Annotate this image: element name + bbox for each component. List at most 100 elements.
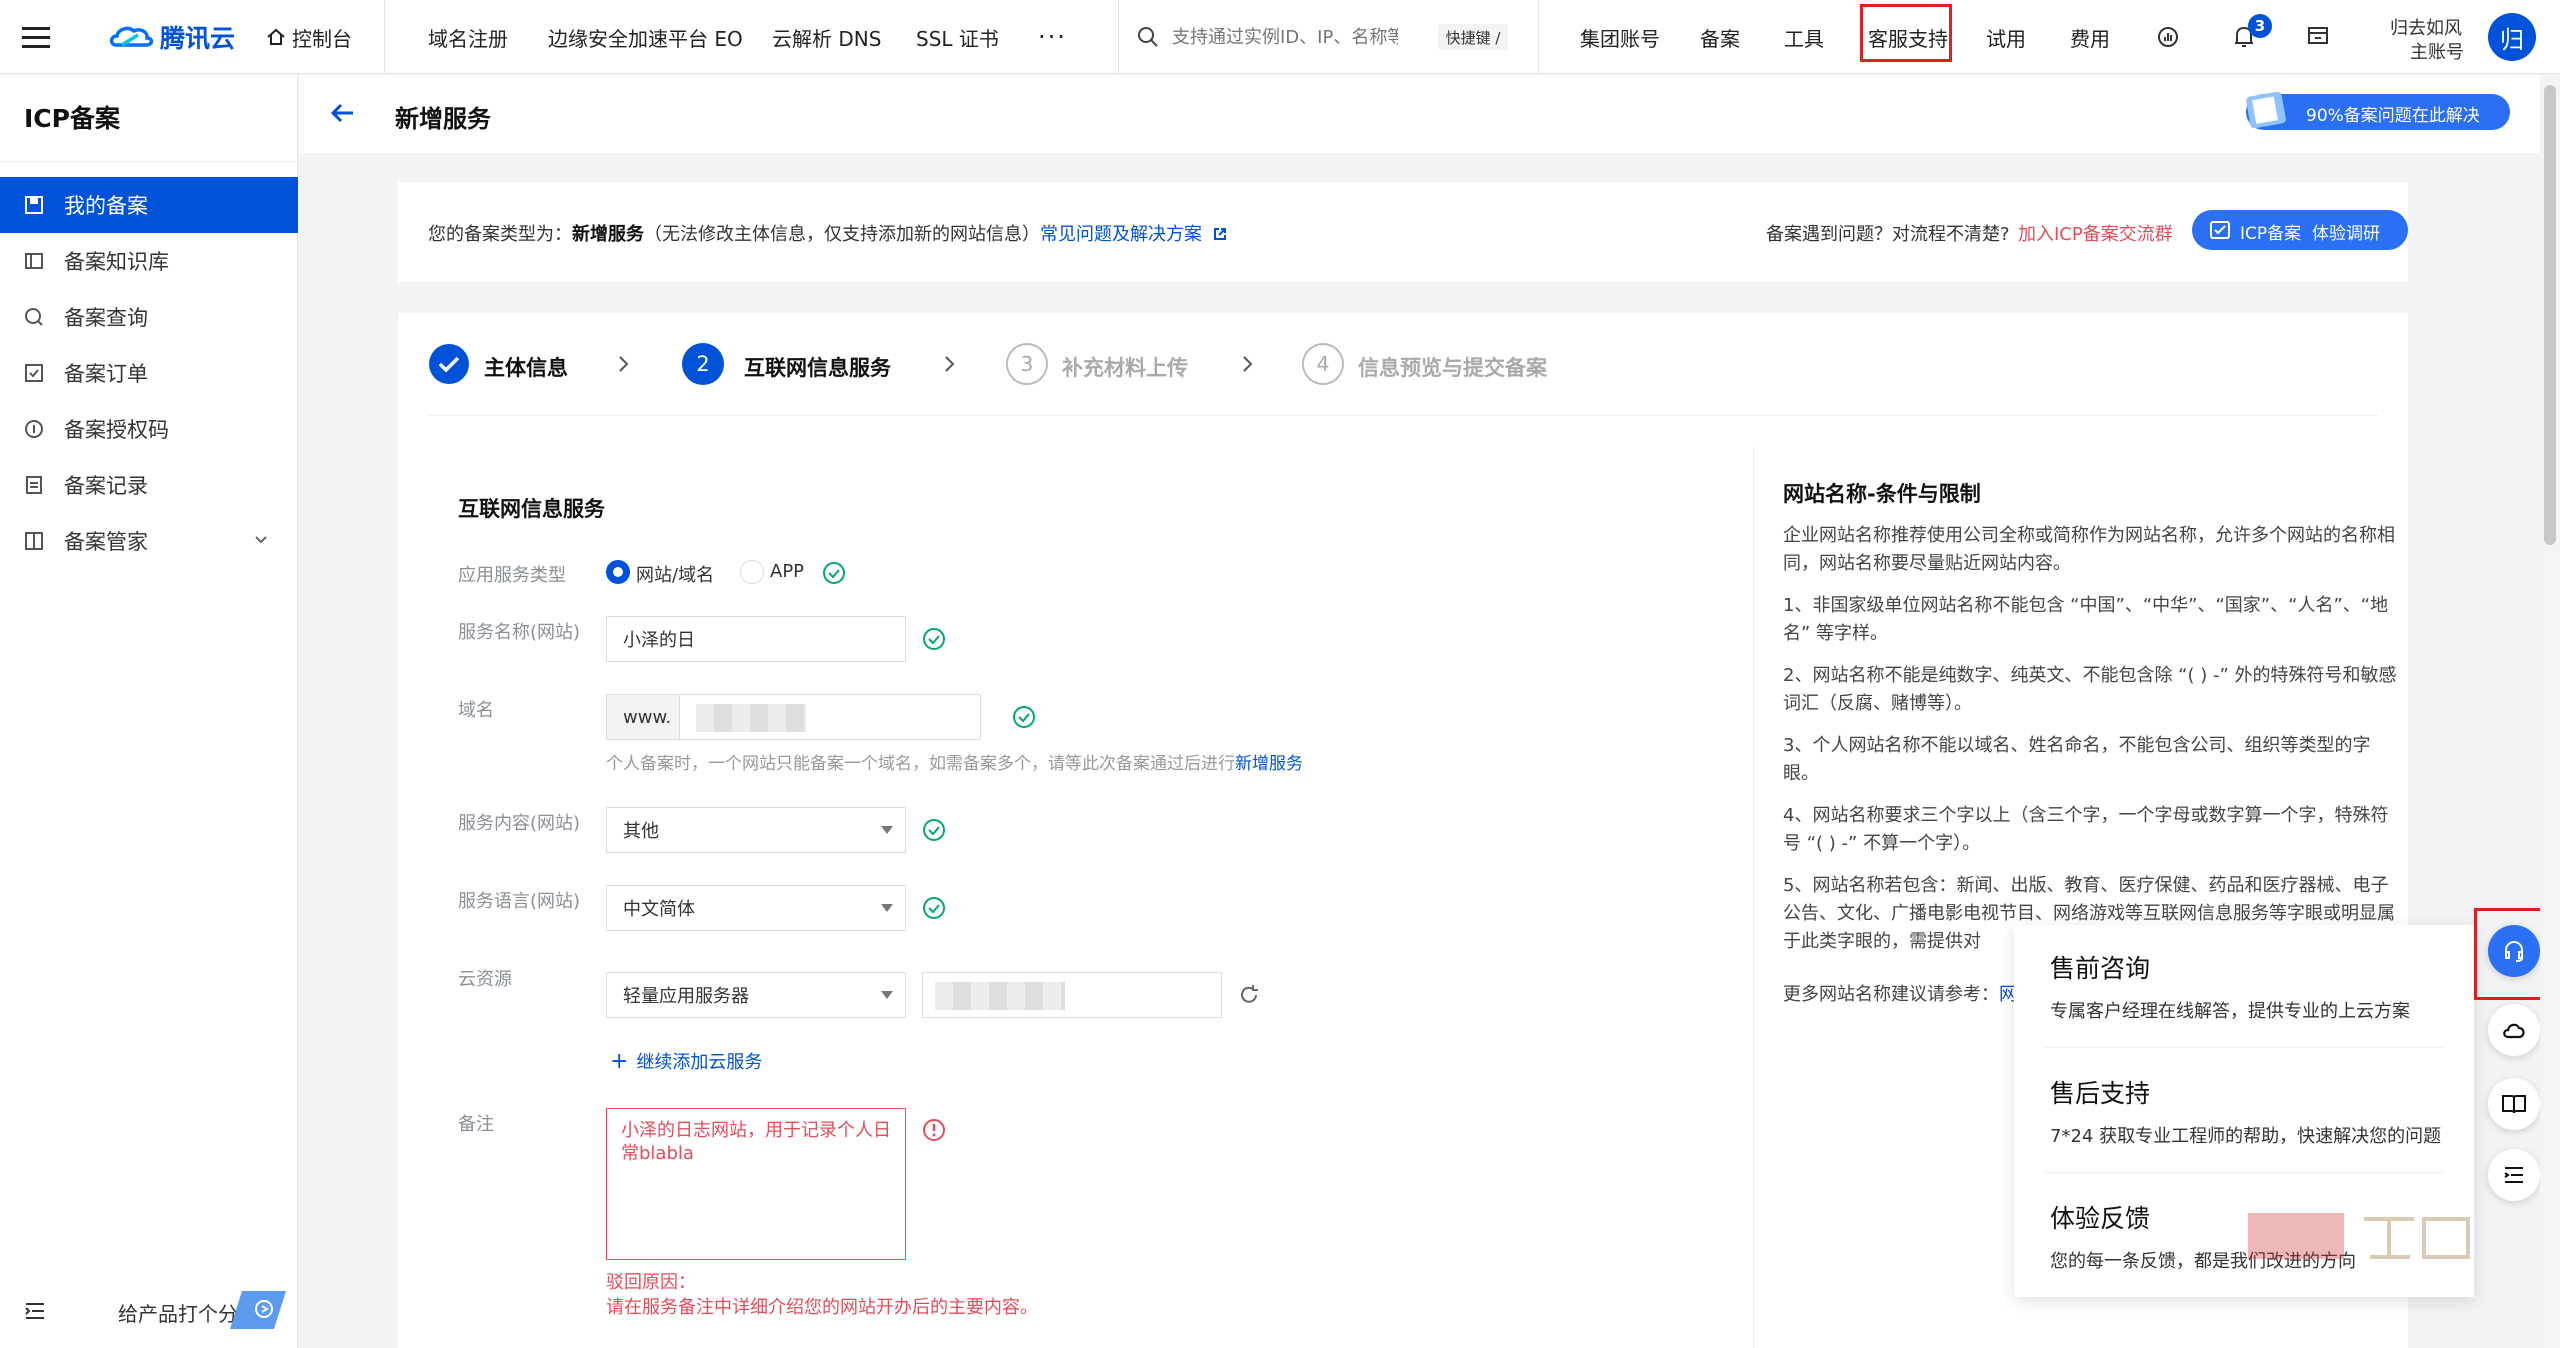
cart-icon[interactable] xyxy=(2306,24,2330,48)
popup-presales[interactable]: 售前咨询 专属客户经理在线解答，提供专业的上云方案 xyxy=(2014,925,2474,1047)
faq-link[interactable]: 常见问题及解决方案 xyxy=(1040,224,1202,245)
blurred-domain xyxy=(696,704,806,732)
sidebar-item-query[interactable]: 备案查询 xyxy=(0,289,298,345)
sidebar-item-auth-code[interactable]: 备案授权码 xyxy=(0,401,298,457)
cloud-icon xyxy=(2503,1023,2525,1039)
nav-customer-support[interactable]: 客服支持 xyxy=(1868,0,1948,74)
menu-icon[interactable] xyxy=(22,25,50,49)
chevron-down-icon xyxy=(881,904,893,912)
shortcut-badge: 快捷键 / xyxy=(1438,24,1508,50)
success-check-icon xyxy=(923,628,945,650)
reject-title: 驳回原因： xyxy=(606,1272,696,1293)
sidebar-item-records[interactable]: 备案记录 xyxy=(0,457,298,513)
scrollbar-thumb[interactable] xyxy=(2544,85,2556,545)
service-name-input[interactable]: 小泽的日 xyxy=(606,616,906,662)
sidebar: ICP备案 我的备案 备案知识库 备案查询 备案订单 备案授权码 备案记录 备案… xyxy=(0,75,298,1348)
search-input[interactable] xyxy=(1170,22,1400,52)
chevron-right-icon xyxy=(945,356,955,372)
service-content-select[interactable]: 其他 xyxy=(606,807,906,853)
success-check-icon xyxy=(923,819,945,841)
sidebar-item-orders[interactable]: 备案订单 xyxy=(0,345,298,401)
chevron-right-icon xyxy=(619,356,629,372)
notice-question: 备案遇到问题？对流程不清楚? xyxy=(1766,224,2010,245)
watermark-logo xyxy=(2244,1205,2474,1265)
help-card-icon xyxy=(2246,91,2286,129)
page-header: 新增服务 90%备案问题在此解决 xyxy=(299,75,2540,153)
nav-domain-register[interactable]: 域名注册 xyxy=(428,0,508,74)
sidebar-item-my-icp[interactable]: 我的备案 xyxy=(0,177,298,233)
list-icon xyxy=(2504,1167,2523,1183)
label-service-name: 服务名称(网站) xyxy=(458,622,581,643)
avatar[interactable]: 归 xyxy=(2488,13,2536,61)
console-link[interactable]: 控制台 xyxy=(266,0,352,74)
info-circle-icon xyxy=(25,420,43,438)
error-icon xyxy=(923,1119,945,1141)
nav-dns[interactable]: 云解析 DNS xyxy=(772,0,881,74)
cloud-instance-select[interactable] xyxy=(922,972,1222,1018)
headset-support-button[interactable] xyxy=(2488,925,2540,977)
sidebar-item-knowledge[interactable]: 备案知识库 xyxy=(0,233,298,289)
brand-logo[interactable]: 腾讯云 xyxy=(108,0,235,74)
nav-icp[interactable]: 备案 xyxy=(1700,0,1740,74)
brand-name: 腾讯云 xyxy=(160,24,236,53)
nav-more[interactable]: ··· xyxy=(1038,0,1067,74)
checklist-icon xyxy=(25,364,43,382)
success-check-icon xyxy=(1013,706,1035,728)
refresh-icon[interactable] xyxy=(1238,984,1260,1006)
survey-button[interactable]: ICP备案 体验调研 xyxy=(2192,210,2408,250)
section-title: 互联网信息服务 xyxy=(458,497,605,521)
chevron-down-icon xyxy=(881,826,893,834)
headset-icon xyxy=(2505,941,2523,962)
search-icon[interactable] xyxy=(1136,25,1160,49)
label-service-content: 服务内容(网站) xyxy=(458,813,581,834)
rules-item-4: 4、网站名称要求三个字以上（含三个字，一个字母或数字算一个字，特殊符号 “( )… xyxy=(1783,805,2389,854)
rules-more: 更多网站名称建议请参考：网 xyxy=(1783,984,2017,1005)
nav-billing[interactable]: 费用 xyxy=(2070,0,2110,74)
docs-button[interactable] xyxy=(2488,1078,2540,1130)
signal-icon[interactable] xyxy=(2157,26,2179,48)
external-link-icon[interactable] xyxy=(1212,226,1228,242)
promo-banner[interactable]: 90%备案问题在此解决 xyxy=(2246,91,2510,130)
add-cloud-button[interactable]: + 继续添加云服务 xyxy=(610,1048,762,1074)
sidebar-item-manager[interactable]: 备案管家 xyxy=(0,513,298,569)
back-arrow-icon[interactable] xyxy=(329,101,355,125)
chevron-down-icon[interactable] xyxy=(254,535,268,545)
nav-ssl[interactable]: SSL 证书 xyxy=(916,0,999,74)
page-scrollbar[interactable] xyxy=(2540,75,2560,1348)
tencent-cloud-logo-icon xyxy=(109,26,154,47)
success-check-icon xyxy=(923,897,945,919)
remark-textarea[interactable]: 小泽的日志网站，用于记录个人日常blabla xyxy=(606,1108,906,1260)
notification-badge: 3 xyxy=(2248,14,2272,38)
chevron-down-icon xyxy=(881,991,893,999)
rate-product-button[interactable]: 给产品打个分 xyxy=(118,1298,238,1327)
file-list-icon xyxy=(26,476,42,494)
cloud-service-button[interactable] xyxy=(2488,1004,2540,1056)
join-group-link[interactable]: 加入ICP备案交流群 xyxy=(2018,220,2173,246)
support-popup: 售前咨询 专属客户经理在线解答，提供专业的上云方案 售后支持 7*24 获取专业… xyxy=(2014,925,2474,1297)
label-cloud-resource: 云资源 xyxy=(458,969,512,990)
nav-trial[interactable]: 试用 xyxy=(1986,0,2026,74)
page-title: 新增服务 xyxy=(395,105,491,133)
service-language-select[interactable]: 中文简体 xyxy=(606,885,906,931)
label-service-language: 服务语言(网站) xyxy=(458,891,581,912)
domain-input[interactable] xyxy=(679,694,981,740)
nav-tools[interactable]: 工具 xyxy=(1784,0,1824,74)
collapse-sidebar-icon[interactable] xyxy=(24,1302,46,1320)
label-domain: 域名 xyxy=(458,700,494,721)
nav-edgeone[interactable]: 边缘安全加速平台 EO xyxy=(548,0,743,74)
new-service-link[interactable]: 新增服务 xyxy=(1235,754,1303,774)
user-name[interactable]: 归去如风 xyxy=(2390,14,2462,40)
popup-aftersales[interactable]: 售后支持 7*24 获取专业工程师的帮助，快速解决您的问题 xyxy=(2014,1048,2474,1172)
rules-title: 网站名称-条件与限制 xyxy=(1783,482,1981,506)
search-icon xyxy=(25,308,43,326)
rules-item-2: 2、网站名称不能是纯数字、纯英文、不能包含除 “( ) -” 外的特殊符号和敏感… xyxy=(1783,665,2397,714)
nav-group-account[interactable]: 集团账号 xyxy=(1580,0,1660,74)
cloud-type-select[interactable]: 轻量应用服务器 xyxy=(606,972,906,1018)
survey-icon xyxy=(2210,221,2230,239)
rules-item-1: 1、非国家级单位网站名称不能包含 “中国”、“中华”、“国家”、“人名”、“地名… xyxy=(1783,595,2389,644)
chevron-right-icon xyxy=(1243,356,1253,372)
rules-item-3: 3、个人网站名称不能以域名、姓名命名，不能包含公司、组织等类型的字眼。 xyxy=(1783,735,2371,784)
rules-intro: 企业网站名称推荐使用公司全称或简称作为网站名称，允许多个网站的名称相同，网站名称… xyxy=(1783,525,2395,574)
top-bar: 腾讯云 控制台 域名注册 边缘安全加速平台 EO 云解析 DNS SSL 证书 … xyxy=(0,0,2560,74)
feedback-list-button[interactable] xyxy=(2488,1149,2540,1201)
